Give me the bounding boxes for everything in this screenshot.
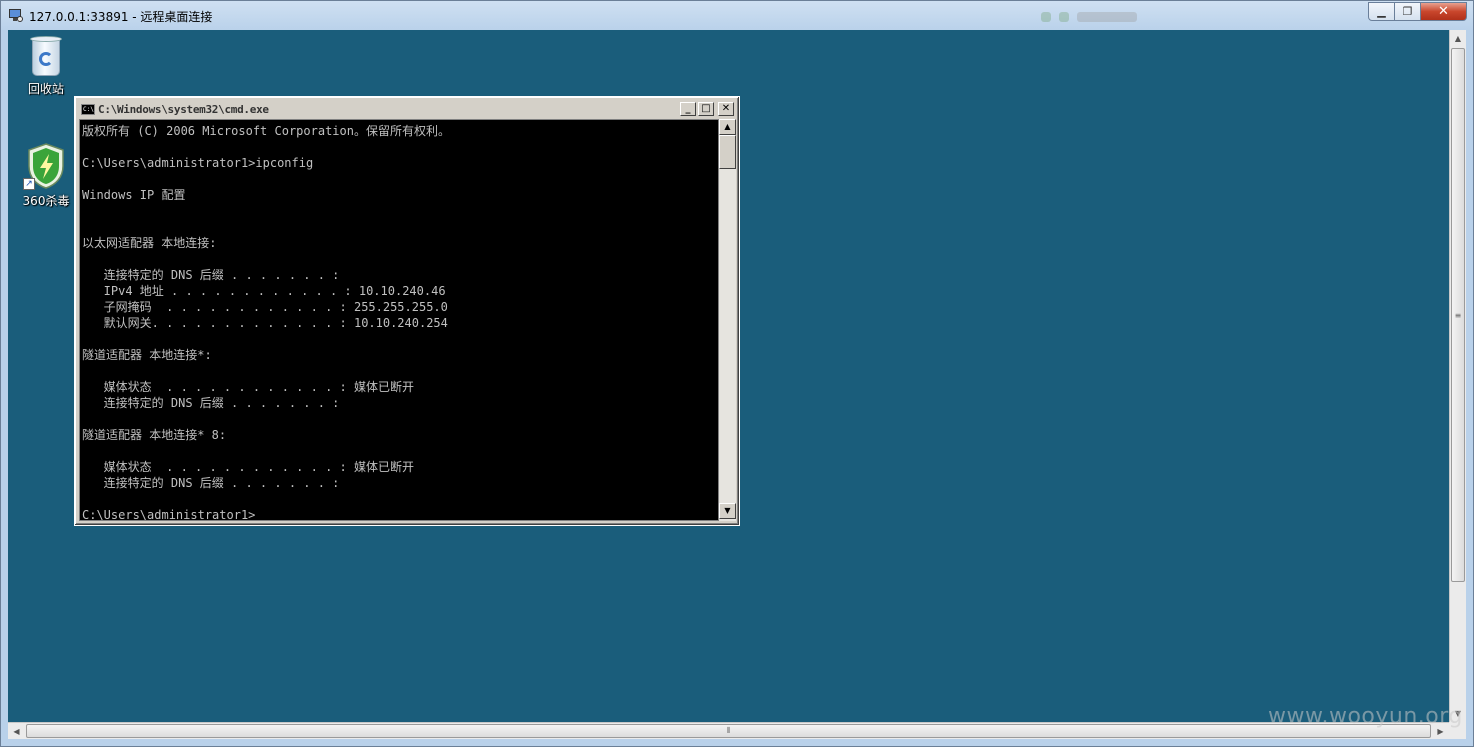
cmd-window[interactable]: C:\ C:\Windows\system32\cmd.exe _ □ ✕ 版权… <box>74 96 740 526</box>
scroll-up-button[interactable]: ▲ <box>719 119 736 135</box>
arrow-up-icon: ▲ <box>724 122 731 131</box>
console-line: 子网掩码 . . . . . . . . . . . . : 255.255.2… <box>82 300 448 314</box>
console-line: IPv4 地址 . . . . . . . . . . . . : 10.10.… <box>82 284 446 298</box>
desktop-icon-360-antivirus[interactable]: ↗ 360杀毒 <box>16 142 76 209</box>
arrow-up-icon: ▲ <box>1454 34 1462 43</box>
rdp-vertical-scrollbar[interactable]: ▲ ≡ ▼ <box>1449 30 1466 722</box>
close-button[interactable]: ✕ <box>1421 2 1467 21</box>
cmd-vertical-scrollbar[interactable]: ▲ ▼ <box>719 119 736 521</box>
restore-icon: ❐ <box>1402 5 1413 18</box>
arrow-down-icon: ▼ <box>724 506 731 515</box>
cmd-console[interactable]: 版权所有 (C) 2006 Microsoft Corporation。保留所有… <box>79 119 719 521</box>
cmd-window-controls: _ □ ✕ <box>680 102 734 116</box>
console-output: 版权所有 (C) 2006 Microsoft Corporation。保留所有… <box>82 123 450 521</box>
console-line: 隧道适配器 本地连接* 8: <box>82 428 227 442</box>
cmd-close-button[interactable]: ✕ <box>718 102 734 116</box>
grip-icon: ≡ <box>1454 310 1462 320</box>
minimize-icon: ▁ <box>1377 5 1386 18</box>
console-line: 连接特定的 DNS 后缀 . . . . . . . : <box>82 476 340 490</box>
cmd-minimize-button[interactable]: _ <box>680 102 696 116</box>
recycle-bin-icon <box>28 34 64 78</box>
scroll-up-button[interactable]: ▲ <box>1450 30 1466 47</box>
grip-icon: ⦀ <box>726 726 731 735</box>
console-line: C:\Users\administrator1> <box>82 508 256 521</box>
watermark: www.wooyun.org <box>1268 704 1463 729</box>
rdp-window-title: 127.0.0.1:33891 - 远程桌面连接 <box>29 9 213 24</box>
desktop-icon-label: 360杀毒 <box>22 194 70 208</box>
minimize-button[interactable]: ▁ <box>1368 2 1395 21</box>
restore-button[interactable]: ❐ <box>1395 2 1421 21</box>
console-line: 版权所有 (C) 2006 Microsoft Corporation。保留所有… <box>82 124 450 138</box>
scroll-thumb[interactable] <box>719 135 736 169</box>
console-line: Windows IP 配置 <box>82 188 186 202</box>
console-line: C:\Users\administrator1>ipconfig <box>82 156 314 170</box>
rdp-titlebar[interactable]: 127.0.0.1:33891 - 远程桌面连接 <box>1 1 1473 31</box>
console-line: 以太网适配器 本地连接: <box>82 236 217 250</box>
scroll-thumb[interactable]: ≡ <box>1451 48 1465 582</box>
minimize-icon: _ <box>685 103 691 114</box>
close-icon: ✕ <box>721 103 731 114</box>
scroll-left-button[interactable]: ◀ <box>8 723 25 739</box>
scroll-down-button[interactable]: ▼ <box>719 503 736 519</box>
rdp-window-controls: ▁ ❐ ✕ <box>1368 2 1467 21</box>
antivirus-shield-icon: ↗ <box>23 142 67 190</box>
remote-desktop-icon <box>9 9 23 23</box>
shortcut-arrow-icon: ↗ <box>23 178 35 190</box>
cmd-window-title: C:\Windows\system32\cmd.exe <box>98 102 269 116</box>
maximize-icon: □ <box>701 103 711 114</box>
rdp-horizontal-scrollbar[interactable]: ◀ ⦀ ▶ <box>8 722 1449 739</box>
desktop-icon-recycle-bin[interactable]: 回收站 <box>16 34 76 97</box>
console-line: 隧道适配器 本地连接*: <box>82 348 212 362</box>
cmd-maximize-button[interactable]: □ <box>698 102 714 116</box>
titlebar-reflection <box>1041 9 1137 25</box>
console-line: 连接特定的 DNS 后缀 . . . . . . . : <box>82 268 340 282</box>
cmd-titlebar[interactable]: C:\ C:\Windows\system32\cmd.exe _ □ ✕ <box>78 100 736 118</box>
console-line: 默认网关. . . . . . . . . . . . . : 10.10.24… <box>82 316 448 330</box>
desktop-icon-label: 回收站 <box>27 82 64 96</box>
console-line: 连接特定的 DNS 后缀 . . . . . . . : <box>82 396 340 410</box>
console-line: 媒体状态 . . . . . . . . . . . . : 媒体已断开 <box>82 380 414 394</box>
console-line: 媒体状态 . . . . . . . . . . . . : 媒体已断开 <box>82 460 414 474</box>
cmd-icon: C:\ <box>81 103 95 115</box>
arrow-left-icon: ◀ <box>13 726 20 736</box>
scroll-thumb[interactable]: ⦀ <box>26 724 1431 738</box>
close-icon: ✕ <box>1438 4 1449 19</box>
